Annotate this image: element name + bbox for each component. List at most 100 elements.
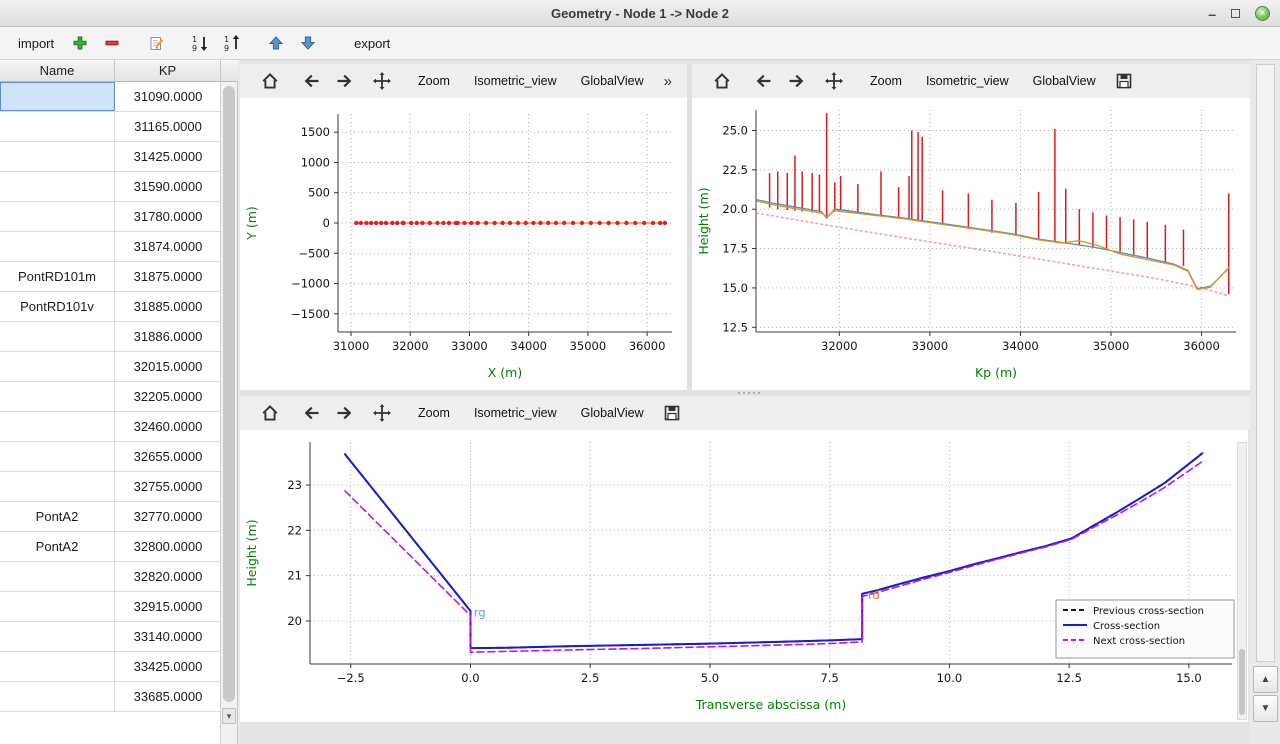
- row-name-cell[interactable]: [0, 202, 115, 231]
- isometric-view-button[interactable]: Isometric_view: [462, 400, 569, 426]
- column-header-name[interactable]: Name: [0, 60, 115, 81]
- table-row[interactable]: 32460.0000: [0, 412, 221, 442]
- table-row[interactable]: 31425.0000: [0, 142, 221, 172]
- global-view-button[interactable]: GlobalView: [1021, 68, 1108, 94]
- scroll-up-button[interactable]: ▲: [1253, 666, 1278, 693]
- export-label[interactable]: export: [336, 36, 400, 51]
- pan-button[interactable]: [818, 68, 850, 94]
- table-row[interactable]: 31780.0000: [0, 202, 221, 232]
- table-row[interactable]: 32820.0000: [0, 562, 221, 592]
- row-name-cell[interactable]: [0, 622, 115, 651]
- isometric-view-button[interactable]: Isometric_view: [462, 68, 569, 94]
- row-name-cell[interactable]: [0, 682, 115, 711]
- table-row[interactable]: 31590.0000: [0, 172, 221, 202]
- row-kp-cell[interactable]: 32460.0000: [115, 412, 221, 441]
- isometric-view-button[interactable]: Isometric_view: [914, 68, 1021, 94]
- plot-scrollbar[interactable]: [1237, 442, 1247, 720]
- row-kp-cell[interactable]: 32820.0000: [115, 562, 221, 591]
- row-kp-cell[interactable]: 32800.0000: [115, 532, 221, 561]
- move-up-button[interactable]: [261, 30, 291, 56]
- row-name-cell[interactable]: [0, 412, 115, 441]
- row-kp-cell[interactable]: 31090.0000: [115, 82, 221, 111]
- table-row[interactable]: 32205.0000: [0, 382, 221, 412]
- table-row[interactable]: 32755.0000: [0, 472, 221, 502]
- row-kp-cell[interactable]: 32755.0000: [115, 472, 221, 501]
- row-kp-cell[interactable]: 33425.0000: [115, 652, 221, 681]
- row-name-cell[interactable]: [0, 592, 115, 621]
- row-kp-cell[interactable]: 31590.0000: [115, 172, 221, 201]
- table-scrollbar-thumb[interactable]: [223, 86, 235, 702]
- zoom-button[interactable]: Zoom: [858, 68, 914, 94]
- row-name-cell[interactable]: [0, 172, 115, 201]
- cross-section-canvas[interactable]: −2.50.02.55.07.510.012.515.020212223rgrd…: [240, 430, 1248, 722]
- table-scrollbar[interactable]: ▾: [220, 82, 237, 744]
- global-view-button[interactable]: GlobalView: [569, 68, 656, 94]
- column-header-kp[interactable]: KP: [115, 60, 221, 81]
- row-kp-cell[interactable]: 31875.0000: [115, 262, 221, 291]
- restore-button[interactable]: [1231, 9, 1240, 18]
- forward-button[interactable]: [328, 68, 360, 94]
- zoom-button[interactable]: Zoom: [406, 68, 462, 94]
- table-row[interactable]: 33425.0000: [0, 652, 221, 682]
- row-name-cell[interactable]: [0, 232, 115, 261]
- back-button[interactable]: [296, 68, 328, 94]
- table-scroll-down-button[interactable]: ▾: [222, 708, 236, 724]
- plan-view-canvas[interactable]: 310003200033000340003500036000−1500−1000…: [240, 98, 687, 390]
- table-row[interactable]: 31874.0000: [0, 232, 221, 262]
- pan-button[interactable]: [366, 68, 398, 94]
- row-name-cell[interactable]: [0, 382, 115, 411]
- row-kp-cell[interactable]: 32015.0000: [115, 352, 221, 381]
- window-scrollbar-track[interactable]: [1256, 64, 1275, 662]
- row-name-cell[interactable]: [0, 472, 115, 501]
- back-button[interactable]: [296, 400, 328, 426]
- table-row[interactable]: PontRD101m 31875.0000: [0, 262, 221, 292]
- import-label[interactable]: import: [0, 36, 64, 51]
- row-name-cell[interactable]: PontRD101m: [0, 262, 115, 291]
- table-row[interactable]: 33140.0000: [0, 622, 221, 652]
- row-name-cell[interactable]: PontRD101v: [0, 292, 115, 321]
- table-row[interactable]: 31165.0000: [0, 112, 221, 142]
- edit-button[interactable]: [141, 30, 171, 56]
- row-name-cell[interactable]: [0, 112, 115, 141]
- remove-button[interactable]: [97, 30, 127, 56]
- row-kp-cell[interactable]: 33685.0000: [115, 682, 221, 711]
- table-row[interactable]: 31090.0000: [0, 82, 221, 112]
- table-row[interactable]: 32915.0000: [0, 592, 221, 622]
- forward-button[interactable]: [780, 68, 812, 94]
- table-row[interactable]: 33685.0000: [0, 682, 221, 712]
- row-kp-cell[interactable]: 31165.0000: [115, 112, 221, 141]
- plot-scrollbar-thumb[interactable]: [1239, 649, 1245, 715]
- row-kp-cell[interactable]: 32655.0000: [115, 442, 221, 471]
- row-name-cell[interactable]: [0, 322, 115, 351]
- home-button[interactable]: [254, 68, 286, 94]
- row-name-cell[interactable]: PontA2: [0, 532, 115, 561]
- table-row[interactable]: 32015.0000: [0, 352, 221, 382]
- add-button[interactable]: [65, 30, 95, 56]
- table-row[interactable]: PontRD101v 31885.0000: [0, 292, 221, 322]
- sort-ascending-button[interactable]: 19: [185, 30, 215, 56]
- table-row[interactable]: 32655.0000: [0, 442, 221, 472]
- row-name-cell[interactable]: PontA2: [0, 502, 115, 531]
- table-row[interactable]: PontA2 32770.0000: [0, 502, 221, 532]
- row-kp-cell[interactable]: 31885.0000: [115, 292, 221, 321]
- back-button[interactable]: [748, 68, 780, 94]
- row-kp-cell[interactable]: 32205.0000: [115, 382, 221, 411]
- table-row[interactable]: 31886.0000: [0, 322, 221, 352]
- row-name-cell[interactable]: [0, 442, 115, 471]
- row-name-cell[interactable]: [0, 652, 115, 681]
- save-button[interactable]: [1108, 68, 1140, 94]
- row-kp-cell[interactable]: 33140.0000: [115, 622, 221, 651]
- row-name-cell[interactable]: [0, 82, 115, 111]
- scroll-down-button[interactable]: ▼: [1253, 695, 1278, 722]
- row-kp-cell[interactable]: 31874.0000: [115, 232, 221, 261]
- profile-view-canvas[interactable]: 320003300034000350003600012.515.017.520.…: [692, 98, 1250, 390]
- close-button[interactable]: ×: [1255, 6, 1270, 21]
- home-button[interactable]: [706, 68, 738, 94]
- table-row[interactable]: PontA2 32800.0000: [0, 532, 221, 562]
- sort-descending-button[interactable]: 19: [217, 30, 247, 56]
- row-kp-cell[interactable]: 31780.0000: [115, 202, 221, 231]
- global-view-button[interactable]: GlobalView: [569, 400, 656, 426]
- pan-button[interactable]: [366, 400, 398, 426]
- toolbar-overflow-button[interactable]: »: [656, 73, 680, 90]
- save-button[interactable]: [656, 400, 688, 426]
